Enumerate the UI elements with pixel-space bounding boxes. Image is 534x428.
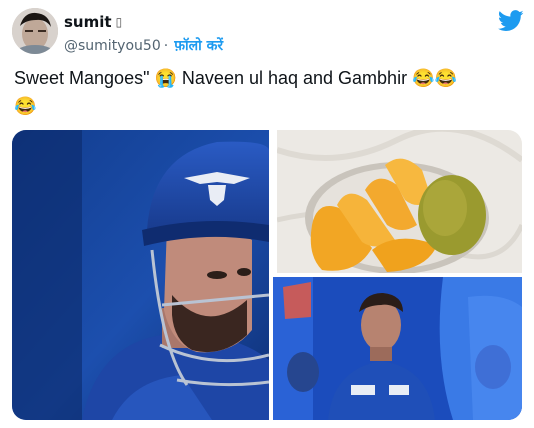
media-photo-dugout[interactable] [273,277,522,420]
handle-separator: · [163,37,169,54]
laughing-emoji: 😂 [434,68,457,88]
author-handle-row: @sumityou50 · फ़ॉलो करें [64,36,223,55]
name-glyph: ▯ [115,15,123,29]
author-name-row[interactable]: sumit ▯ [64,12,122,32]
tweet-text-part2: Naveen ul haq and Gambhir [181,68,408,88]
twitter-bird-icon[interactable] [498,10,524,32]
tweet-media-grid [12,130,522,420]
author-display-name[interactable]: sumit [64,13,112,31]
crying-emoji: 😭 [154,68,177,88]
author-handle[interactable]: @sumityou50 [64,38,161,54]
follow-button[interactable]: फ़ॉलो करें [174,36,223,55]
tweet-text-part1: Sweet Mangoes" [14,68,150,88]
tweet-text: Sweet Mangoes" 😭 Naveen ul haq and Gambh… [14,64,524,120]
media-photo-mangoes[interactable] [277,130,522,273]
media-photo-batsman[interactable] [12,130,269,420]
laughing-emoji: 😂 [14,96,37,116]
laughing-emoji: 😂 [412,68,435,88]
avatar[interactable] [12,8,58,54]
